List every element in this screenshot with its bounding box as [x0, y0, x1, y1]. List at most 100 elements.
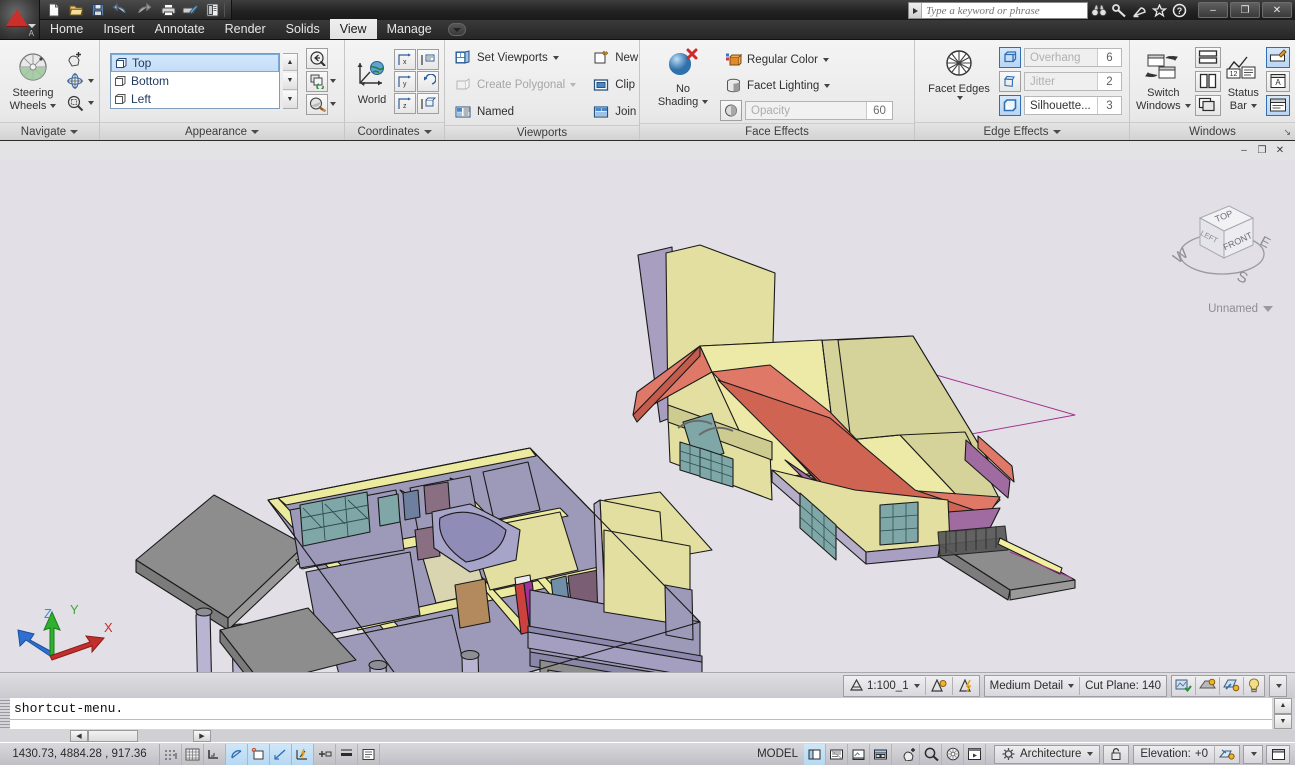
command-history[interactable]: shortcut-menu.	[10, 698, 1272, 720]
tab-view[interactable]: View	[329, 19, 377, 39]
chevron-down-icon[interactable]	[1087, 752, 1094, 756]
command-input[interactable]	[10, 720, 1272, 729]
object-snap-toggle[interactable]	[248, 743, 270, 765]
search-box[interactable]	[908, 2, 1088, 19]
cascade-icon[interactable]	[1194, 94, 1221, 116]
orbit-dropdown-icon[interactable]	[88, 79, 94, 83]
scroll-up-icon[interactable]: ▲	[283, 54, 297, 71]
showmotion-icon[interactable]	[964, 743, 986, 765]
doc-minimize-button[interactable]: –	[1237, 144, 1251, 157]
tab-insert[interactable]: Insert	[93, 19, 144, 39]
plot-preview-icon[interactable]	[180, 1, 200, 19]
annotation-scale-button[interactable]: 1:100_1	[844, 676, 925, 696]
ucs-x-icon[interactable]: x	[394, 48, 416, 70]
silhouette-toggle-icon[interactable]	[999, 95, 1021, 116]
world-ucs-button[interactable]: World	[353, 57, 391, 106]
chevron-down-icon[interactable]	[1250, 104, 1257, 108]
grid-display-toggle[interactable]	[182, 743, 204, 765]
undo-icon[interactable]	[110, 1, 130, 19]
restore-button[interactable]: ❐	[1230, 2, 1260, 18]
lineweight-toggle[interactable]	[336, 743, 358, 765]
shadow-display-toggle[interactable]	[1196, 676, 1219, 696]
view-item-left[interactable]: Left	[111, 90, 279, 108]
panel-label-coordinates[interactable]: Coordinates	[345, 122, 444, 140]
save-icon[interactable]	[88, 1, 108, 19]
hscroll-thumb[interactable]	[88, 730, 138, 742]
surface-hatch-toggle[interactable]	[1172, 676, 1195, 696]
ucs-face-icon[interactable]	[417, 48, 439, 70]
ucs-object-icon[interactable]	[417, 92, 439, 114]
view-preset-list[interactable]: Top Bottom Left	[110, 53, 280, 109]
quick-view-drawings-icon[interactable]	[848, 743, 870, 765]
jitter-value[interactable]: 2	[1097, 73, 1121, 90]
panel-label-appearance[interactable]: Appearance	[100, 122, 344, 140]
ucs-previous-icon[interactable]	[417, 70, 439, 92]
new-viewport-button[interactable]: New	[588, 46, 640, 69]
clean-screen-status-button[interactable]	[1266, 744, 1290, 764]
osnap-tracking-toggle[interactable]	[270, 743, 292, 765]
search-binoculars-icon[interactable]	[1089, 1, 1108, 20]
clean-screen-icon[interactable]	[1266, 46, 1290, 68]
model-space-toggle[interactable]	[804, 743, 826, 765]
overhang-value[interactable]: 6	[1097, 49, 1121, 66]
workspace-switcher[interactable]: Architecture	[994, 744, 1101, 764]
tile-horizontal-icon[interactable]	[1194, 46, 1221, 68]
auto-add-scale-button[interactable]	[953, 676, 979, 696]
overhang-field[interactable]: Overhang 6	[1024, 48, 1122, 67]
help-icon[interactable]: ?	[1170, 1, 1189, 20]
facet-edges-button[interactable]: Facet Edges	[925, 46, 993, 100]
steering-wheels-button[interactable]: Steering Wheels	[5, 50, 61, 112]
dynamic-ucs-toggle[interactable]	[292, 743, 314, 765]
materials-dropdown-icon[interactable]	[330, 102, 336, 106]
doc-restore-button[interactable]: ❐	[1255, 144, 1269, 157]
orbit-icon[interactable]	[64, 71, 86, 92]
tile-vertical-icon[interactable]	[1194, 70, 1221, 92]
communication-center-icon[interactable]	[1110, 1, 1129, 20]
panel-label-navigate[interactable]: Navigate	[0, 122, 99, 140]
elevation-item[interactable]: Elevation: +0	[1134, 748, 1214, 760]
panel-label-viewports[interactable]: Viewports	[445, 125, 639, 140]
view-item-top[interactable]: Top	[111, 54, 279, 72]
ribbon-minimize-icon[interactable]	[447, 23, 466, 36]
regular-color-button[interactable]: Regular Color	[720, 48, 893, 71]
opacity-value[interactable]: 60	[866, 102, 892, 119]
chevron-down-icon[interactable]	[824, 83, 831, 88]
panel-label-face-effects[interactable]: Face Effects	[640, 123, 914, 140]
cut-plane-item[interactable]: Cut Plane: 140	[1080, 676, 1166, 696]
opacity-slider[interactable]: Opacity 60	[745, 101, 893, 120]
chevron-down-icon[interactable]	[702, 100, 709, 104]
pan-icon[interactable]	[64, 49, 86, 70]
named-viewports-button[interactable]: Named	[450, 100, 578, 123]
view-cube[interactable]: W E S TOP LEFT FRONT	[1167, 192, 1277, 307]
chevron-down-icon[interactable]	[822, 57, 829, 62]
properties-palette-icon[interactable]	[1266, 94, 1290, 116]
scalebar-overflow-button[interactable]	[1270, 676, 1286, 696]
quick-view-layouts-icon[interactable]	[826, 743, 848, 765]
tab-render[interactable]: Render	[215, 19, 276, 39]
join-viewport-button[interactable]: Join	[588, 100, 640, 123]
silhouette-field[interactable]: Silhouette... 3	[1024, 96, 1122, 115]
application-menu-button[interactable]: A	[0, 0, 40, 40]
zoom-status-icon[interactable]	[920, 743, 942, 765]
annotation-scale-status-icon[interactable]	[870, 743, 892, 765]
coordinate-readout[interactable]: 1430.73, 4884.28 , 917.36	[0, 743, 160, 765]
scroll-down-icon[interactable]: ▼	[1274, 713, 1292, 729]
panel-label-edge-effects[interactable]: Edge Effects	[915, 122, 1129, 140]
tab-home[interactable]: Home	[40, 19, 93, 39]
redo-icon[interactable]	[134, 1, 154, 19]
chevron-down-icon[interactable]	[957, 96, 963, 100]
replace-z-button[interactable]	[1215, 747, 1239, 761]
ucs-z-icon[interactable]: z	[394, 92, 416, 114]
snap-mode-toggle[interactable]	[160, 743, 182, 765]
dynamic-input-toggle[interactable]	[314, 743, 336, 765]
search-expand-icon[interactable]	[909, 3, 922, 18]
jitter-toggle-icon[interactable]	[999, 71, 1021, 92]
favorites-star-icon[interactable]	[1150, 1, 1169, 20]
chevron-down-icon[interactable]	[913, 683, 920, 688]
clip-viewport-button[interactable]: Clip	[588, 73, 640, 96]
tab-annotate[interactable]: Annotate	[145, 19, 215, 39]
overhang-toggle-icon[interactable]	[999, 47, 1021, 68]
create-polygonal-button[interactable]: Create Polygonal	[450, 73, 578, 96]
ortho-mode-toggle[interactable]	[204, 743, 226, 765]
status-bar-button[interactable]: 12 Status Bar	[1225, 50, 1262, 112]
